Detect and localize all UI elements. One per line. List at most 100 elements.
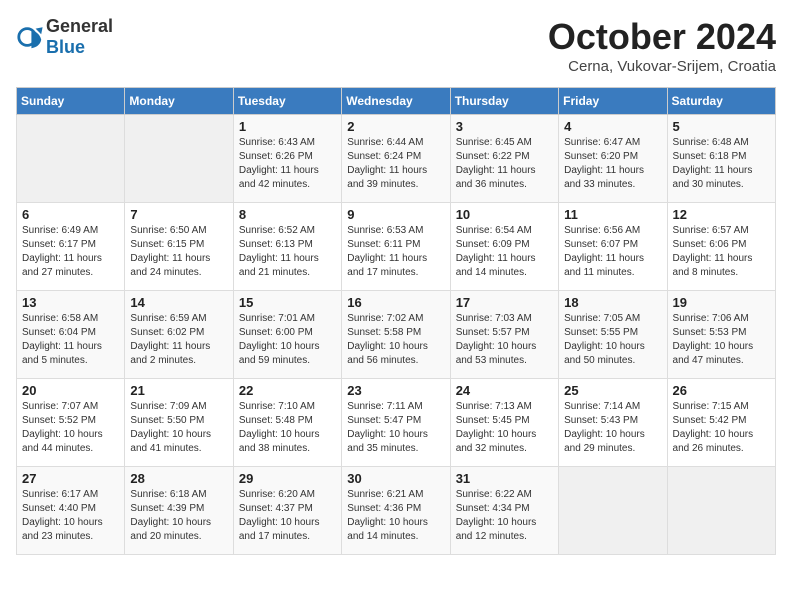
day-info: Sunrise: 6:17 AM Sunset: 4:40 PM Dayligh…: [22, 488, 119, 544]
day-number: 20: [22, 383, 119, 398]
day-info: Sunrise: 6:48 AM Sunset: 6:18 PM Dayligh…: [673, 136, 770, 192]
day-number: 11: [564, 207, 661, 222]
calendar-day-cell: 8 Sunrise: 6:52 AM Sunset: 6:13 PM Daylig…: [233, 203, 341, 291]
day-number: 30: [347, 471, 444, 486]
day-info: Sunrise: 6:50 AM Sunset: 6:15 PM Dayligh…: [130, 224, 227, 280]
day-info: Sunrise: 6:45 AM Sunset: 6:22 PM Dayligh…: [456, 136, 553, 192]
day-info: Sunrise: 7:05 AM Sunset: 5:55 PM Dayligh…: [564, 312, 661, 368]
calendar-day-cell: 16Sunrise: 7:02 AM Sunset: 5:58 PM Dayli…: [342, 291, 450, 379]
day-number: 1: [239, 119, 336, 134]
day-info: Sunrise: 7:13 AM Sunset: 5:45 PM Dayligh…: [456, 400, 553, 456]
day-info: Sunrise: 7:14 AM Sunset: 5:43 PM Dayligh…: [564, 400, 661, 456]
day-number: 24: [456, 383, 553, 398]
day-info: Sunrise: 6:57 AM Sunset: 6:06 PM Dayligh…: [673, 224, 770, 280]
calendar-table: SundayMondayTuesdayWednesdayThursdayFrid…: [16, 87, 776, 555]
calendar-day-cell: 28Sunrise: 6:18 AM Sunset: 4:39 PM Dayli…: [125, 467, 233, 555]
weekday-header: Tuesday: [233, 88, 341, 115]
day-number: 9: [347, 207, 444, 222]
month-title: October 2024: [548, 16, 776, 58]
weekday-header: Sunday: [17, 88, 125, 115]
logo-icon: [16, 23, 44, 51]
calendar-day-cell: 31 Sunrise: 6:22 AM Sunset: 4:34 PM Dayli…: [450, 467, 558, 555]
calendar-day-cell: [17, 115, 125, 203]
day-info: Sunrise: 7:15 AM Sunset: 5:42 PM Dayligh…: [673, 400, 770, 456]
weekday-header-row: SundayMondayTuesdayWednesdayThursdayFrid…: [17, 88, 776, 115]
logo-general: General: [46, 16, 113, 36]
day-number: 22: [239, 383, 336, 398]
day-info: Sunrise: 6:18 AM Sunset: 4:39 PM Dayligh…: [130, 488, 227, 544]
calendar-day-cell: 26Sunrise: 7:15 AM Sunset: 5:42 PM Dayli…: [667, 379, 775, 467]
day-info: Sunrise: 6:54 AM Sunset: 6:09 PM Dayligh…: [456, 224, 553, 280]
calendar-day-cell: 7 Sunrise: 6:50 AM Sunset: 6:15 PM Daylig…: [125, 203, 233, 291]
day-number: 10: [456, 207, 553, 222]
calendar-week-row: 6 Sunrise: 6:49 AM Sunset: 6:17 PM Daylig…: [17, 203, 776, 291]
calendar-day-cell: 19 Sunrise: 7:06 AM Sunset: 5:53 PM Dayli…: [667, 291, 775, 379]
calendar-day-cell: 23 Sunrise: 7:11 AM Sunset: 5:47 PM Dayli…: [342, 379, 450, 467]
day-info: Sunrise: 7:01 AM Sunset: 6:00 PM Dayligh…: [239, 312, 336, 368]
day-number: 31: [456, 471, 553, 486]
day-info: Sunrise: 7:06 AM Sunset: 5:53 PM Dayligh…: [673, 312, 770, 368]
calendar-day-cell: 18Sunrise: 7:05 AM Sunset: 5:55 PM Dayli…: [559, 291, 667, 379]
day-number: 14: [130, 295, 227, 310]
calendar-week-row: 1Sunrise: 6:43 AM Sunset: 6:26 PM Daylig…: [17, 115, 776, 203]
calendar-day-cell: 14 Sunrise: 6:59 AM Sunset: 6:02 PM Dayli…: [125, 291, 233, 379]
calendar-day-cell: 21 Sunrise: 7:09 AM Sunset: 5:50 PM Dayli…: [125, 379, 233, 467]
page-header: General Blue October 2024 Cerna, Vukovar…: [16, 16, 776, 75]
title-area: October 2024 Cerna, Vukovar-Srijem, Croa…: [548, 16, 776, 75]
day-info: Sunrise: 6:56 AM Sunset: 6:07 PM Dayligh…: [564, 224, 661, 280]
day-info: Sunrise: 6:52 AM Sunset: 6:13 PM Dayligh…: [239, 224, 336, 280]
calendar-day-cell: 4 Sunrise: 6:47 AM Sunset: 6:20 PM Daylig…: [559, 115, 667, 203]
day-number: 23: [347, 383, 444, 398]
day-number: 8: [239, 207, 336, 222]
day-info: Sunrise: 6:44 AM Sunset: 6:24 PM Dayligh…: [347, 136, 444, 192]
logo: General Blue: [16, 16, 113, 58]
day-number: 7: [130, 207, 227, 222]
day-number: 3: [456, 119, 553, 134]
day-number: 13: [22, 295, 119, 310]
day-info: Sunrise: 7:02 AM Sunset: 5:58 PM Dayligh…: [347, 312, 444, 368]
calendar-day-cell: 25 Sunrise: 7:14 AM Sunset: 5:43 PM Dayli…: [559, 379, 667, 467]
day-info: Sunrise: 7:03 AM Sunset: 5:57 PM Dayligh…: [456, 312, 553, 368]
day-info: Sunrise: 6:58 AM Sunset: 6:04 PM Dayligh…: [22, 312, 119, 368]
day-number: 6: [22, 207, 119, 222]
logo-text: General Blue: [46, 16, 113, 58]
calendar-day-cell: 27 Sunrise: 6:17 AM Sunset: 4:40 PM Dayli…: [17, 467, 125, 555]
calendar-day-cell: 30Sunrise: 6:21 AM Sunset: 4:36 PM Dayli…: [342, 467, 450, 555]
day-info: Sunrise: 7:11 AM Sunset: 5:47 PM Dayligh…: [347, 400, 444, 456]
location-subtitle: Cerna, Vukovar-Srijem, Croatia: [548, 58, 776, 75]
calendar-day-cell: [125, 115, 233, 203]
calendar-day-cell: 13 Sunrise: 6:58 AM Sunset: 6:04 PM Dayli…: [17, 291, 125, 379]
calendar-day-cell: 10 Sunrise: 6:54 AM Sunset: 6:09 PM Dayli…: [450, 203, 558, 291]
day-info: Sunrise: 7:09 AM Sunset: 5:50 PM Dayligh…: [130, 400, 227, 456]
day-info: Sunrise: 6:53 AM Sunset: 6:11 PM Dayligh…: [347, 224, 444, 280]
weekday-header: Friday: [559, 88, 667, 115]
calendar-week-row: 13 Sunrise: 6:58 AM Sunset: 6:04 PM Dayli…: [17, 291, 776, 379]
day-number: 19: [673, 295, 770, 310]
calendar-day-cell: 6 Sunrise: 6:49 AM Sunset: 6:17 PM Daylig…: [17, 203, 125, 291]
calendar-day-cell: [667, 467, 775, 555]
weekday-header: Saturday: [667, 88, 775, 115]
day-info: Sunrise: 6:47 AM Sunset: 6:20 PM Dayligh…: [564, 136, 661, 192]
day-number: 25: [564, 383, 661, 398]
weekday-header: Wednesday: [342, 88, 450, 115]
calendar-day-cell: 9 Sunrise: 6:53 AM Sunset: 6:11 PM Daylig…: [342, 203, 450, 291]
day-number: 21: [130, 383, 227, 398]
calendar-day-cell: 1Sunrise: 6:43 AM Sunset: 6:26 PM Daylig…: [233, 115, 341, 203]
day-number: 29: [239, 471, 336, 486]
calendar-day-cell: 2 Sunrise: 6:44 AM Sunset: 6:24 PM Daylig…: [342, 115, 450, 203]
calendar-day-cell: 3 Sunrise: 6:45 AM Sunset: 6:22 PM Daylig…: [450, 115, 558, 203]
day-number: 12: [673, 207, 770, 222]
day-info: Sunrise: 6:22 AM Sunset: 4:34 PM Dayligh…: [456, 488, 553, 544]
calendar-day-cell: 15 Sunrise: 7:01 AM Sunset: 6:00 PM Dayli…: [233, 291, 341, 379]
day-info: Sunrise: 6:49 AM Sunset: 6:17 PM Dayligh…: [22, 224, 119, 280]
day-number: 15: [239, 295, 336, 310]
calendar-day-cell: 20Sunrise: 7:07 AM Sunset: 5:52 PM Dayli…: [17, 379, 125, 467]
day-number: 4: [564, 119, 661, 134]
calendar-day-cell: 24 Sunrise: 7:13 AM Sunset: 5:45 PM Dayli…: [450, 379, 558, 467]
day-number: 2: [347, 119, 444, 134]
day-info: Sunrise: 6:59 AM Sunset: 6:02 PM Dayligh…: [130, 312, 227, 368]
day-number: 27: [22, 471, 119, 486]
calendar-day-cell: [559, 467, 667, 555]
day-info: Sunrise: 7:10 AM Sunset: 5:48 PM Dayligh…: [239, 400, 336, 456]
day-info: Sunrise: 6:20 AM Sunset: 4:37 PM Dayligh…: [239, 488, 336, 544]
